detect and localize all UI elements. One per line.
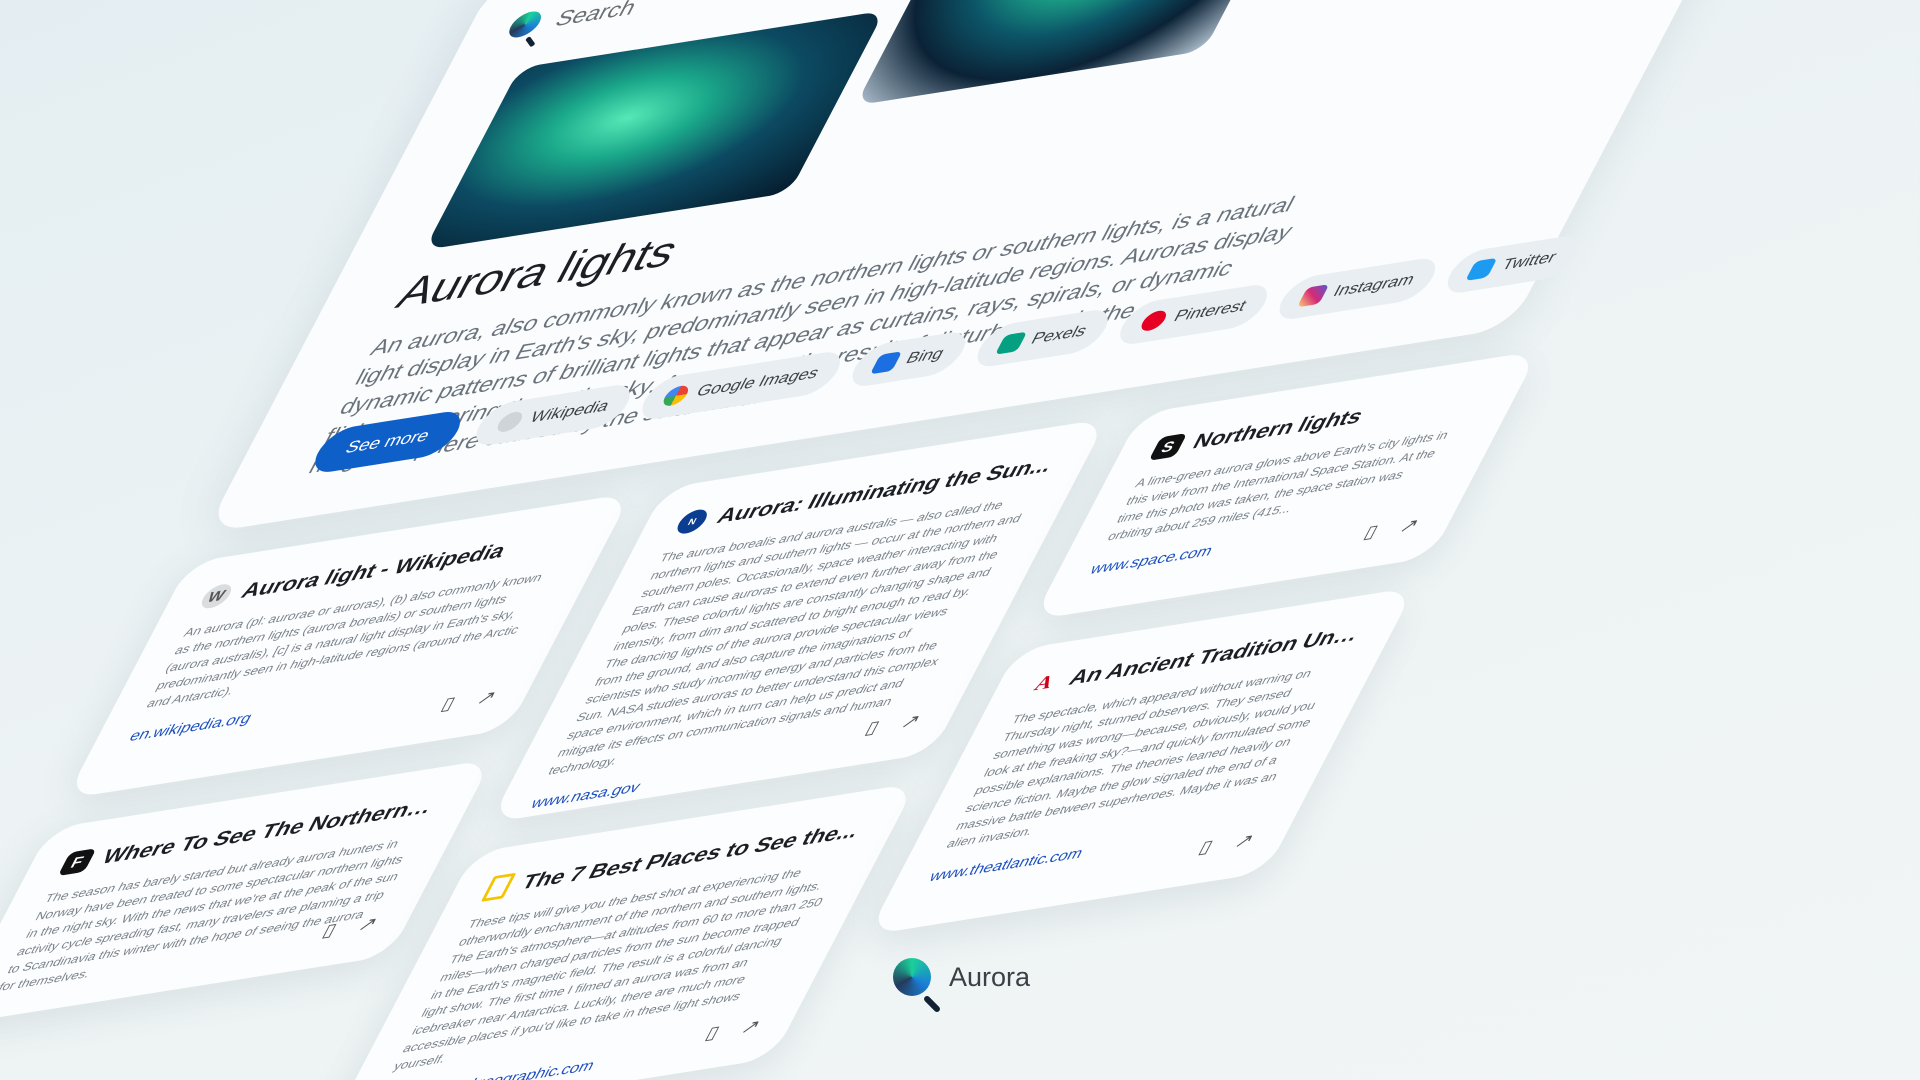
aurora-logo-icon	[893, 958, 931, 996]
result-snippet: An aurora (pl: aurorae or auroras), (b) …	[144, 569, 546, 711]
bing-icon	[869, 351, 903, 375]
isometric-stage: Search Aurora lights An aurora, also com…	[0, 0, 1920, 1080]
wikipedia-icon: W	[196, 582, 236, 611]
twitter-icon	[1465, 257, 1498, 281]
brand-footer: Aurora	[893, 958, 1030, 996]
atlantic-icon: A	[1030, 670, 1059, 695]
wikipedia-icon	[493, 410, 527, 434]
space-icon: S	[1148, 432, 1188, 461]
result-snippet: The season has barely started but alread…	[0, 836, 407, 995]
forbes-icon: F	[57, 848, 97, 877]
pexels-icon	[994, 331, 1028, 355]
search-input[interactable]: Search	[551, 0, 641, 32]
aurora-image-1[interactable]	[424, 10, 885, 250]
result-snippet: The aurora borealis and aurora australis…	[545, 497, 1025, 778]
bookmark-icon[interactable]: ▯	[437, 693, 459, 715]
pinterest-icon	[1137, 309, 1170, 333]
instagram-icon	[1296, 284, 1330, 308]
brand-name: Aurora	[949, 961, 1031, 992]
chip-instagram[interactable]: Instagram	[1270, 255, 1445, 323]
share-icon[interactable]: ↗	[1230, 830, 1258, 853]
nasa-icon: N	[672, 507, 712, 536]
share-icon[interactable]: ↗	[473, 686, 500, 709]
search-icon	[504, 9, 547, 40]
share-icon[interactable]: ↗	[354, 913, 382, 936]
share-icon[interactable]: ↗	[897, 710, 924, 733]
aurora-image-2[interactable]	[855, 0, 1308, 106]
chip-twitter[interactable]: Twitter	[1439, 233, 1586, 296]
google-icon	[660, 384, 693, 408]
natgeo-icon	[480, 872, 517, 902]
share-icon[interactable]: ↗	[737, 1015, 764, 1038]
share-icon[interactable]: ↗	[1395, 514, 1423, 537]
result-snippet: These tips will give you the best shot a…	[391, 865, 826, 1074]
search-bar[interactable]: Search	[504, 0, 641, 40]
result-snippet: The spectacle, which appeared without wa…	[944, 666, 1319, 851]
